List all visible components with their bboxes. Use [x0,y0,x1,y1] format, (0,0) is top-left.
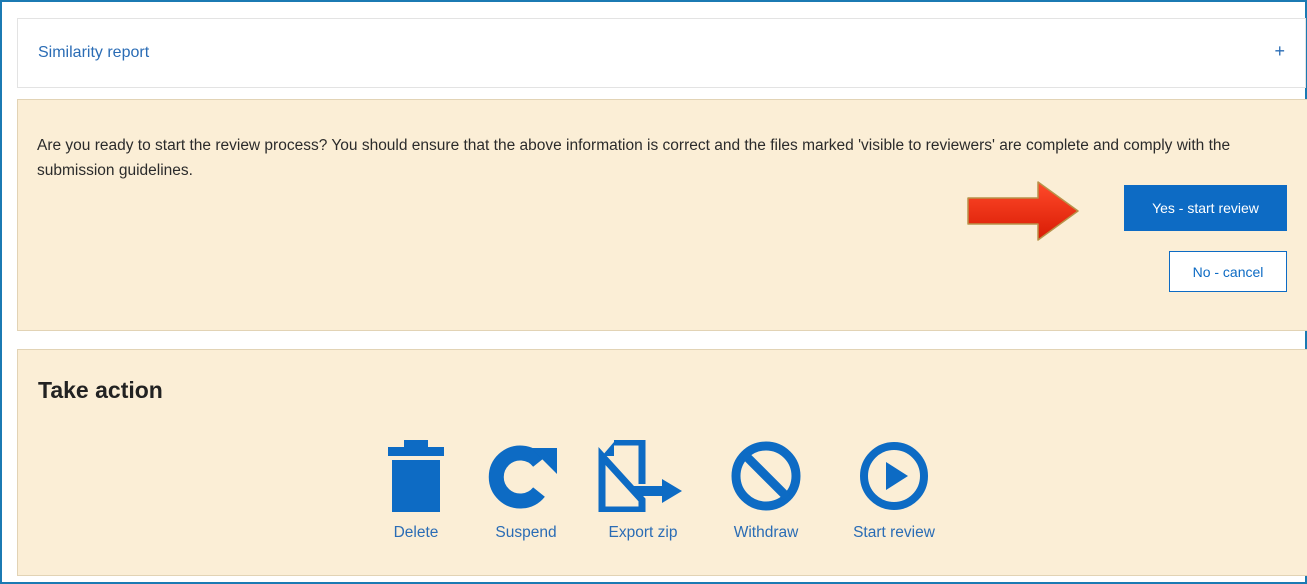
withdraw-action[interactable]: Withdraw [721,440,811,541]
play-circle-icon [860,442,928,510]
start-review-action[interactable]: Start review [844,440,944,541]
similarity-report-panel[interactable]: Similarity report + [17,18,1306,88]
take-action-panel: Take action Delete Suspend Export zip Wi… [17,349,1307,576]
no-cancel-button[interactable]: No - cancel [1169,251,1287,292]
delete-label[interactable]: Delete [394,524,439,542]
withdraw-label[interactable]: Withdraw [734,524,799,542]
confirmation-message: Are you ready to start the review proces… [37,137,1231,179]
suspend-label[interactable]: Suspend [495,524,556,542]
export-zip-label[interactable]: Export zip [609,524,678,542]
delete-action[interactable]: Delete [385,440,447,541]
similarity-report-title[interactable]: Similarity report [38,44,149,62]
suspend-action[interactable]: Suspend [487,440,565,541]
trash-icon [388,440,444,512]
export-icon [598,440,682,512]
page-frame: Similarity report + Are you ready to sta… [0,0,1307,584]
prohibited-icon [731,441,801,511]
take-action-heading: Take action [38,377,163,403]
expand-plus-icon[interactable]: + [1274,41,1285,62]
start-review-confirmation: Are you ready to start the review proces… [17,99,1307,331]
yes-start-review-button[interactable]: Yes - start review [1124,185,1287,231]
export-zip-action[interactable]: Export zip [598,440,688,541]
refresh-icon [488,445,557,509]
start-review-label[interactable]: Start review [853,524,935,542]
red-arrow-right-icon [967,181,1079,241]
